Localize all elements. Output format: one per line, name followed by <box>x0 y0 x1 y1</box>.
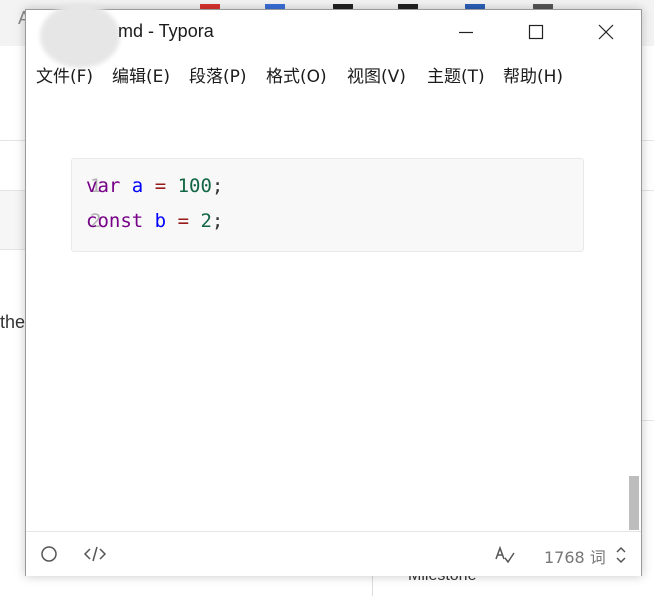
code-keyword: const <box>86 210 144 232</box>
editor-area[interactable]: 1 2 var a = 100; const b = 2; <box>26 88 641 531</box>
code-block[interactable]: 1 2 var a = 100; const b = 2; <box>71 158 584 252</box>
menu-theme[interactable]: 主题(T) <box>427 62 485 87</box>
code-line[interactable]: var a = 100; <box>86 173 223 199</box>
menu-paragraph[interactable]: 段落(P) <box>189 62 247 87</box>
minimize-icon <box>459 31 473 34</box>
maximize-button[interactable] <box>501 10 571 54</box>
code-icon[interactable] <box>83 544 107 564</box>
background-divider <box>0 140 26 141</box>
scrollbar-thumb[interactable] <box>629 476 639 530</box>
word-count[interactable]: 1768 词 <box>544 544 606 568</box>
chevron-updown-icon[interactable] <box>614 544 628 566</box>
scrollbar-track[interactable] <box>629 88 641 531</box>
menu-view[interactable]: 视图(V) <box>347 62 406 87</box>
code-operator: = <box>154 175 167 197</box>
menu-bar: 文件(F) 编辑(E) 段落(P) 格式(O) 视图(V) 主题(T) 帮助(H… <box>26 54 641 88</box>
code-line[interactable]: const b = 2; <box>86 208 223 234</box>
code-number: 2 <box>200 210 212 232</box>
typora-window: md - Typora 文件(F) 编辑(E) 段落(P) 格式(O) 视图(V… <box>25 4 642 576</box>
menu-file[interactable]: 文件(F) <box>36 62 93 87</box>
menu-format[interactable]: 格式(O) <box>266 62 327 87</box>
status-bar: 1768 词 <box>26 531 641 576</box>
window-title: md - Typora <box>118 21 214 41</box>
menu-edit[interactable]: 编辑(E) <box>112 62 170 87</box>
code-variable: a <box>131 175 144 197</box>
code-operator: = <box>177 210 190 232</box>
background-left-box <box>0 190 26 250</box>
close-icon <box>598 24 614 40</box>
background-left-text: the <box>0 312 26 332</box>
title-bar[interactable]: md - Typora <box>26 4 641 68</box>
background-right-divider-3 <box>641 420 654 421</box>
code-punctuation: ; <box>211 210 224 232</box>
close-button[interactable] <box>571 10 641 54</box>
background-right-divider <box>641 140 654 141</box>
maximize-icon <box>528 24 544 40</box>
circle-icon[interactable] <box>39 544 59 564</box>
code-keyword: var <box>86 175 121 197</box>
code-variable: b <box>154 210 167 232</box>
minimize-button[interactable] <box>431 10 501 54</box>
background-right-divider-2 <box>641 190 654 191</box>
code-number: 100 <box>177 175 212 197</box>
code-punctuation: ; <box>211 175 224 197</box>
menu-help[interactable]: 帮助(H) <box>503 62 563 87</box>
background-right-panel <box>641 46 654 596</box>
spellcheck-icon[interactable] <box>494 544 516 566</box>
